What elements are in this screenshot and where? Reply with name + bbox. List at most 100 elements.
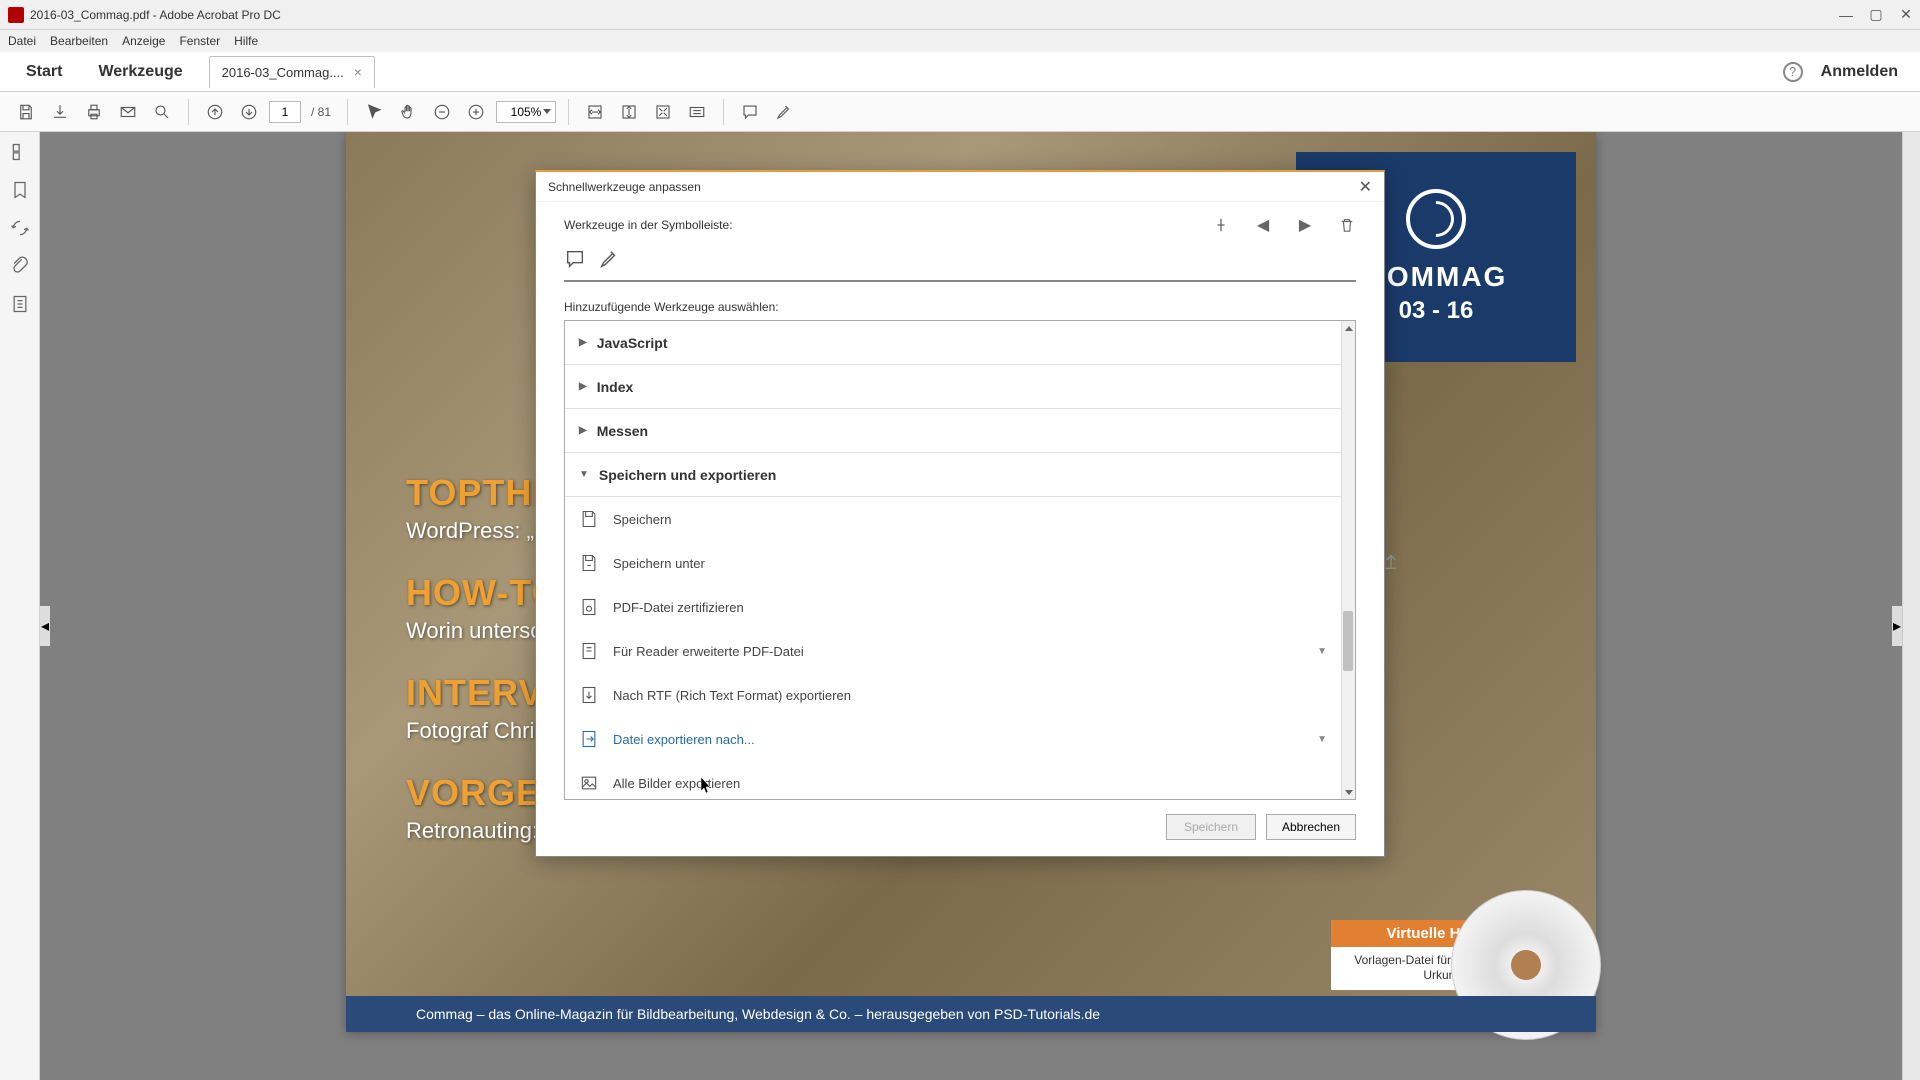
cloud-icon[interactable]	[46, 98, 74, 126]
fit-page-icon[interactable]	[615, 98, 643, 126]
fit-width-icon[interactable]	[581, 98, 609, 126]
thumbnails-icon[interactable]	[10, 142, 30, 162]
menu-hilfe[interactable]: Hilfe	[234, 34, 258, 48]
print-icon[interactable]	[80, 98, 108, 126]
tool-item-export-nach[interactable]: Datei exportieren nach... ▼	[565, 717, 1341, 761]
save-icon[interactable]	[12, 98, 40, 126]
add-to-toolbar-icon[interactable]	[1380, 550, 1402, 577]
highlight-icon[interactable]	[770, 98, 798, 126]
page-total: / 81	[311, 105, 331, 119]
titlebar: 2016-03_Commag.pdf - Adobe Acrobat Pro D…	[0, 0, 1920, 30]
tool-item-label: PDF-Datei zertifizieren	[613, 600, 744, 615]
dialog-close-icon[interactable]: ✕	[1359, 177, 1372, 197]
menu-fenster[interactable]: Fenster	[179, 34, 220, 48]
read-mode-icon[interactable]	[683, 98, 711, 126]
zoom-in-icon[interactable]	[462, 98, 490, 126]
tabstrip: Start Werkzeuge 2016-03_Commag.... × ? A…	[0, 52, 1920, 92]
export-rtf-icon	[579, 685, 599, 705]
toolbar: / 81 105%	[0, 92, 1920, 132]
move-left-icon[interactable]: ◀	[1254, 216, 1272, 234]
menu-bearbeiten[interactable]: Bearbeiten	[50, 34, 108, 48]
search-icon[interactable]	[148, 98, 176, 126]
right-scrollbar[interactable]	[1902, 132, 1920, 1080]
dialog-save-button: Speichern	[1166, 814, 1256, 840]
banner-title: COMMAG	[1365, 261, 1508, 293]
scroll-thumb[interactable]	[1343, 611, 1353, 671]
zoom-out-icon[interactable]	[428, 98, 456, 126]
category-messen[interactable]: ▶Messen	[565, 409, 1341, 453]
category-index[interactable]: ▶Index	[565, 365, 1341, 409]
left-rail	[0, 132, 40, 1080]
export-icon	[579, 729, 599, 749]
tool-list: ▶JavaScript ▶Index ▶Messen ▼Speichern un…	[564, 320, 1356, 800]
tool-item-speichern-unter[interactable]: Speichern unter	[565, 541, 1341, 585]
hand-icon[interactable]	[394, 98, 422, 126]
dropdown-icon: ▼	[1317, 734, 1327, 745]
refresh-icon[interactable]	[10, 218, 30, 238]
bookmarks-icon[interactable]	[10, 180, 30, 200]
scroll-down-icon[interactable]	[1342, 785, 1355, 799]
menu-datei[interactable]: Datei	[8, 34, 36, 48]
tool-item-label: Nach RTF (Rich Text Format) exportieren	[613, 688, 851, 703]
tool-item-label: Datei exportieren nach...	[613, 732, 755, 747]
tab-document[interactable]: 2016-03_Commag.... ×	[209, 56, 375, 88]
customize-tools-dialog: Schnellwerkzeuge anpassen ✕ Werkzeuge in…	[535, 170, 1385, 857]
minimize-button[interactable]: —	[1840, 9, 1852, 21]
attachments-icon[interactable]	[10, 256, 30, 276]
category-label: Speichern und exportieren	[599, 467, 776, 483]
delete-icon[interactable]	[1338, 216, 1356, 234]
tool-item-label: Für Reader erweiterte PDF-Datei	[613, 644, 804, 659]
close-button[interactable]: ✕	[1900, 9, 1912, 21]
tool-item-label: Speichern	[613, 512, 672, 527]
reader-extended-icon	[579, 641, 599, 661]
cursor-icon[interactable]	[360, 98, 388, 126]
tab-start[interactable]: Start	[8, 63, 80, 81]
save-as-icon	[579, 553, 599, 573]
current-comment-icon[interactable]	[564, 248, 586, 270]
tab-tools[interactable]: Werkzeuge	[80, 63, 200, 81]
divider-add-icon[interactable]	[1212, 216, 1230, 234]
banner-logo-icon	[1406, 189, 1466, 249]
page-up-icon[interactable]	[201, 98, 229, 126]
comment-icon[interactable]	[736, 98, 764, 126]
current-highlight-icon[interactable]	[598, 248, 620, 270]
tab-close-icon[interactable]: ×	[354, 64, 362, 80]
help-icon[interactable]: ?	[1783, 62, 1803, 82]
tool-item-export-bilder[interactable]: Alle Bilder exportieren	[565, 761, 1341, 800]
category-label: JavaScript	[597, 335, 668, 351]
zoom-value: 105%	[511, 105, 542, 119]
tool-item-speichern[interactable]: Speichern	[565, 497, 1341, 541]
tool-item-reader-erweitert[interactable]: Für Reader erweiterte PDF-Datei ▼	[565, 629, 1341, 673]
right-panel-handle[interactable]: ▸	[1892, 606, 1902, 646]
window-title: 2016-03_Commag.pdf - Adobe Acrobat Pro D…	[30, 8, 1840, 22]
category-javascript[interactable]: ▶JavaScript	[565, 321, 1341, 365]
page-input[interactable]	[269, 101, 301, 123]
category-label: Index	[597, 379, 634, 395]
tool-item-zertifizieren[interactable]: PDF-Datei zertifizieren	[565, 585, 1341, 629]
fit-visible-icon[interactable]	[649, 98, 677, 126]
dialog-cancel-button[interactable]: Abbrechen	[1266, 814, 1356, 840]
app-icon	[8, 7, 24, 23]
banner-subtitle: 03 - 16	[1399, 297, 1474, 325]
button-label: Speichern	[1184, 820, 1238, 834]
tab-document-label: 2016-03_Commag....	[222, 65, 344, 80]
zoom-select[interactable]: 105%	[496, 101, 556, 123]
menu-anzeige[interactable]: Anzeige	[122, 34, 165, 48]
doc-footer: Commag – das Online-Magazin für Bildbear…	[346, 996, 1596, 1032]
button-label: Abbrechen	[1282, 820, 1340, 834]
left-panel-handle[interactable]: ◂	[40, 606, 50, 646]
move-right-icon[interactable]: ▶	[1296, 216, 1314, 234]
export-images-icon	[579, 773, 599, 793]
page-down-icon[interactable]	[235, 98, 263, 126]
dialog-title-text: Schnellwerkzeuge anpassen	[548, 180, 701, 194]
tool-item-export-rtf[interactable]: Nach RTF (Rich Text Format) exportieren	[565, 673, 1341, 717]
current-tools-label: Werkzeuge in der Symbolleiste:	[564, 218, 733, 232]
maximize-button[interactable]: ▢	[1870, 9, 1882, 21]
tool-list-scrollbar[interactable]	[1341, 321, 1355, 799]
menubar: Datei Bearbeiten Anzeige Fenster Hilfe	[0, 30, 1920, 52]
mail-icon[interactable]	[114, 98, 142, 126]
signin-button[interactable]: Anmelden	[1821, 63, 1898, 81]
layers-icon[interactable]	[10, 294, 30, 314]
category-speichern[interactable]: ▼Speichern und exportieren	[565, 453, 1341, 497]
scroll-up-icon[interactable]	[1342, 321, 1355, 335]
